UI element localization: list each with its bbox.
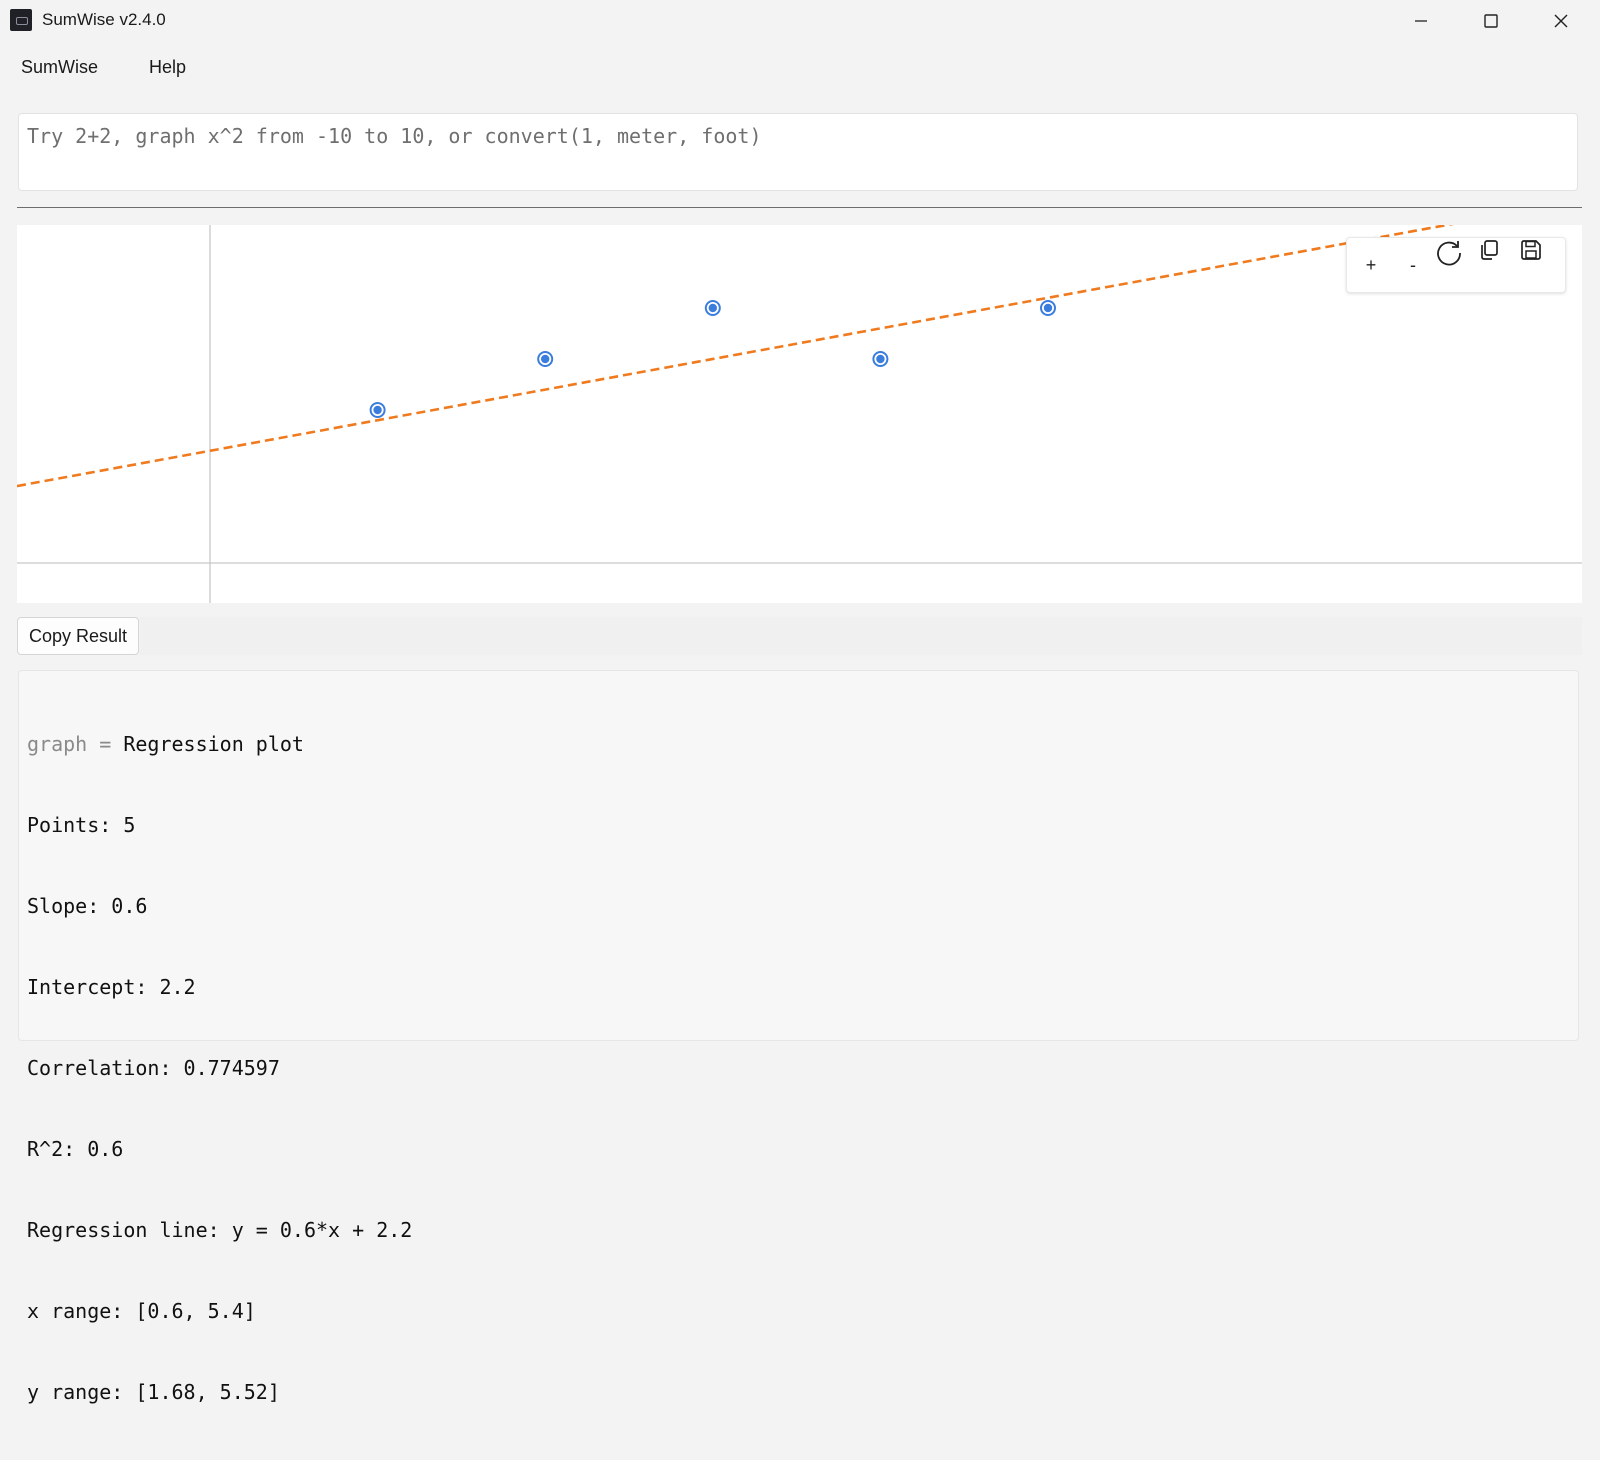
minimize-button[interactable]: [1386, 0, 1456, 41]
expression-input[interactable]: [25, 120, 1569, 152]
result-headline: graph = Regression plot: [27, 731, 412, 758]
copy-result-button[interactable]: Copy Result: [17, 617, 139, 655]
copy-icon: [1481, 240, 1498, 260]
divider: [17, 207, 1582, 208]
data-point-center: [541, 354, 550, 364]
zoom-in-label: +: [1365, 254, 1377, 275]
result-equals: =: [87, 732, 124, 756]
graph-area[interactable]: + -: [17, 225, 1582, 603]
refresh-icon: [1437, 241, 1461, 266]
data-point-center: [876, 354, 885, 364]
maximize-button[interactable]: [1456, 0, 1526, 41]
result-line: Intercept: 2.2: [27, 975, 196, 999]
data-point-center: [1043, 303, 1053, 313]
zoom-out-button[interactable]: -: [1393, 238, 1433, 292]
result-text: graph = Regression plot Points: 5 Slope:…: [27, 677, 412, 1460]
result-line: Regression line: y = 0.6*x + 2.2: [27, 1218, 413, 1242]
close-icon: [1554, 14, 1568, 27]
menu-sumwise[interactable]: SumWise: [21, 57, 98, 78]
menu-help[interactable]: Help: [149, 57, 186, 78]
zoom-in-button[interactable]: +: [1351, 238, 1391, 292]
window-title: SumWise v2.4.0: [42, 10, 166, 29]
result-line: Slope: 0.6: [27, 894, 148, 918]
result-line: R^2: 0.6: [27, 1137, 124, 1161]
app-icon: [10, 9, 32, 31]
copy-graph-button[interactable]: [1477, 238, 1517, 292]
expression-box: [18, 113, 1578, 191]
title-bar: SumWise v2.4.0: [0, 0, 1600, 41]
result-line: Correlation: 0.774597: [27, 1056, 280, 1080]
reset-view-button[interactable]: [1435, 238, 1475, 292]
save-graph-button[interactable]: [1519, 238, 1559, 292]
result-panel[interactable]: graph = Regression plot Points: 5 Slope:…: [18, 670, 1579, 1404]
result-variable: graph: [27, 732, 88, 756]
result-line: Points: 5: [27, 813, 136, 837]
save-icon: [1521, 240, 1541, 260]
graph-toolbar: + -: [1346, 237, 1566, 293]
maximize-icon: [1484, 13, 1498, 28]
data-point-center: [373, 405, 382, 415]
minimize-icon: [1415, 19, 1427, 22]
close-button[interactable]: [1526, 0, 1596, 41]
zoom-out-label: -: [1410, 254, 1416, 275]
data-point-center: [708, 303, 717, 313]
result-title: Regression plot: [123, 732, 304, 756]
button-bar-background: [140, 617, 1582, 655]
result-line: y range: [1.68, 5.52]: [27, 1380, 280, 1404]
result-line: x range: [0.6, 5.4]: [27, 1299, 256, 1323]
